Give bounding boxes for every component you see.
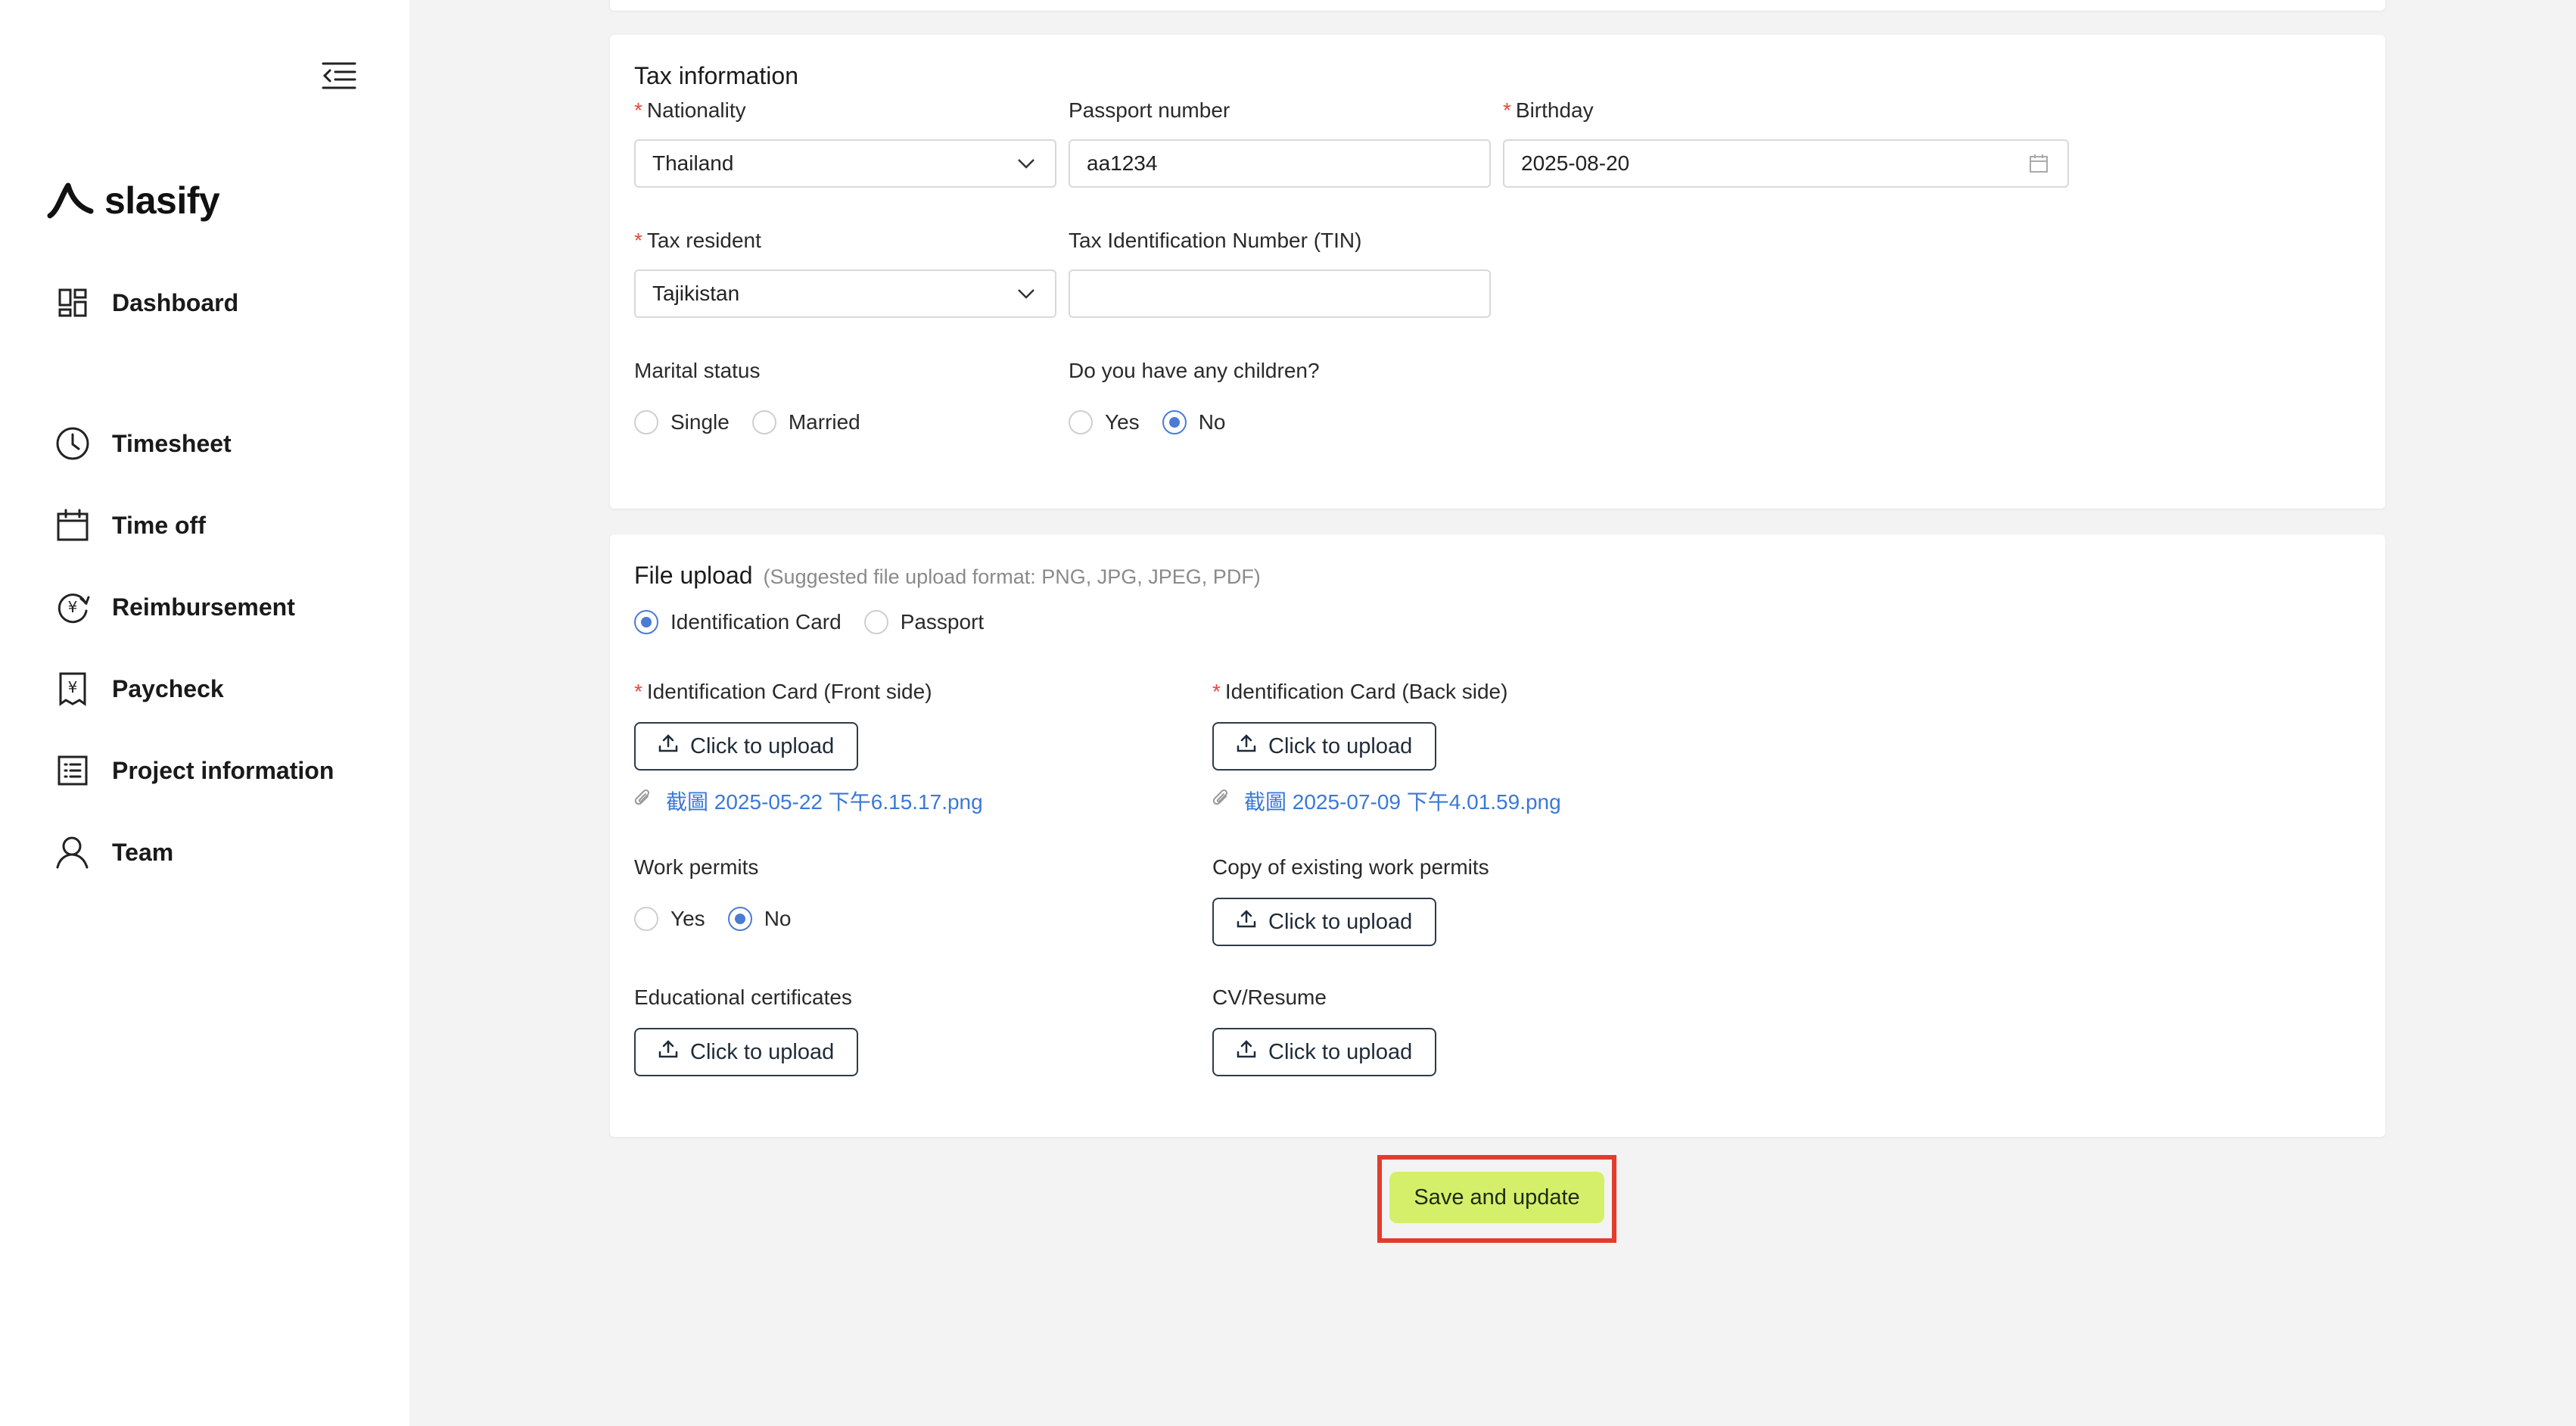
upload-section-title: File upload (Suggested file upload format… bbox=[634, 562, 1261, 589]
sidebar-item-dashboard[interactable]: Dashboard bbox=[54, 280, 238, 325]
children-no-radio[interactable]: No bbox=[1162, 410, 1225, 434]
tax-resident-label: * Tax resident bbox=[634, 229, 761, 252]
radio-circle bbox=[863, 610, 888, 634]
radio-circle bbox=[634, 907, 658, 931]
work-permits-yes-radio[interactable]: Yes bbox=[634, 907, 705, 931]
id-back-label: * Identification Card (Back side) bbox=[1212, 680, 1508, 703]
chevron-down-icon bbox=[1014, 151, 1038, 176]
upload-icon bbox=[1237, 909, 1256, 935]
nationality-select[interactable]: Thailand bbox=[634, 139, 1056, 188]
marital-status-radio-group: Single Married bbox=[634, 410, 860, 434]
radio-circle bbox=[1162, 410, 1187, 434]
marital-married-radio[interactable]: Married bbox=[751, 410, 860, 434]
birthday-date-picker[interactable]: 2025-08-20 bbox=[1503, 139, 2069, 188]
document-type-radio-group: Identification Card Passport bbox=[634, 610, 984, 634]
radio-circle bbox=[634, 610, 658, 634]
id-back-file-link[interactable]: 截圖 2025-07-09 下午4.01.59.png bbox=[1212, 786, 1561, 816]
sidebar-item-label: Paycheck bbox=[112, 674, 224, 702]
radio-circle bbox=[1069, 410, 1093, 434]
file-upload-card: File upload (Suggested file upload format… bbox=[610, 534, 2385, 1137]
sidebar-item-label: Reimbursement bbox=[112, 593, 295, 621]
sidebar-item-project-information[interactable]: Project information bbox=[54, 748, 334, 793]
id-front-upload-button[interactable]: Click to upload bbox=[634, 722, 859, 771]
work-permits-radio-group: Yes No bbox=[634, 907, 791, 931]
sidebar-item-label: Project information bbox=[112, 756, 334, 784]
chevron-down-icon bbox=[1014, 282, 1038, 306]
children-radio-group: Yes No bbox=[1069, 410, 1225, 434]
work-permits-label: Work permits bbox=[634, 855, 759, 879]
tin-input[interactable] bbox=[1069, 269, 1491, 318]
sidebar-item-time-off[interactable]: Time off bbox=[54, 503, 206, 548]
paperclip-icon bbox=[1212, 789, 1230, 814]
nationality-label: * Nationality bbox=[634, 98, 746, 122]
educational-certificates-label: Educational certificates bbox=[634, 985, 852, 1009]
id-back-upload-button[interactable]: Click to upload bbox=[1212, 722, 1437, 771]
upload-icon bbox=[658, 733, 678, 759]
children-label: Do you have any children? bbox=[1069, 359, 1320, 382]
paperclip-icon bbox=[634, 789, 652, 814]
yen-document-icon: ¥ bbox=[54, 671, 91, 707]
work-permits-copy-label: Copy of existing work permits bbox=[1212, 855, 1489, 879]
sidebar-item-label: Timesheet bbox=[112, 429, 232, 457]
upload-format-hint: (Suggested file upload format: PNG, JPG,… bbox=[763, 565, 1261, 588]
app-logo[interactable]: slasify bbox=[47, 179, 220, 223]
marital-status-label: Marital status bbox=[634, 359, 761, 382]
svg-text:¥: ¥ bbox=[68, 678, 78, 696]
cv-resume-label: CV/Resume bbox=[1212, 985, 1327, 1009]
previous-section-card bbox=[610, 0, 2385, 11]
sidebar-item-reimbursement[interactable]: ¥ Reimbursement bbox=[54, 584, 295, 630]
tax-section-title: Tax information bbox=[634, 62, 798, 89]
marital-single-radio[interactable]: Single bbox=[634, 410, 730, 434]
yen-refresh-icon: ¥ bbox=[54, 589, 91, 625]
sidebar-item-timesheet[interactable]: Timesheet bbox=[54, 421, 232, 466]
sidebar-item-label: Dashboard bbox=[112, 288, 239, 316]
id-front-file-link[interactable]: 截圖 2025-05-22 下午6.15.17.png bbox=[634, 786, 983, 816]
upload-icon bbox=[1237, 1039, 1256, 1065]
passport-number-label: Passport number bbox=[1069, 98, 1230, 122]
radio-circle bbox=[751, 410, 776, 434]
id-front-label: * Identification Card (Front side) bbox=[634, 680, 932, 703]
save-and-update-button[interactable]: Save and update bbox=[1389, 1172, 1604, 1223]
upload-icon bbox=[1237, 733, 1256, 759]
tax-resident-select[interactable]: Tajikistan bbox=[634, 269, 1056, 318]
radio-circle bbox=[727, 907, 752, 931]
radio-circle bbox=[634, 410, 658, 434]
upload-icon bbox=[658, 1039, 678, 1065]
educational-certificates-upload-button[interactable]: Click to upload bbox=[634, 1028, 859, 1076]
birthday-label: * Birthday bbox=[1503, 98, 1594, 122]
app-name: slasify bbox=[104, 179, 220, 222]
slasify-logo-icon bbox=[47, 182, 94, 219]
dashboard-icon bbox=[54, 285, 91, 321]
work-permits-no-radio[interactable]: No bbox=[727, 907, 791, 931]
cv-resume-upload-button[interactable]: Click to upload bbox=[1212, 1028, 1437, 1076]
sidebar-item-label: Time off bbox=[112, 511, 206, 539]
tin-label: Tax Identification Number (TIN) bbox=[1069, 229, 1362, 252]
passport-radio[interactable]: Passport bbox=[863, 610, 984, 634]
svg-text:¥: ¥ bbox=[68, 598, 78, 616]
tax-information-card: Tax information * Nationality Thailand Pa… bbox=[610, 35, 2385, 509]
clock-icon bbox=[54, 425, 91, 462]
sidebar-item-team[interactable]: Team bbox=[54, 830, 173, 875]
sidebar-item-paycheck[interactable]: ¥ Paycheck bbox=[54, 666, 224, 711]
identification-card-radio[interactable]: Identification Card bbox=[634, 610, 842, 634]
user-icon bbox=[54, 834, 91, 870]
sidebar-item-label: Team bbox=[112, 838, 174, 866]
work-permits-copy-upload-button[interactable]: Click to upload bbox=[1212, 898, 1437, 946]
sidebar: slasify Dashboard Timesheet Time off ¥ R… bbox=[0, 0, 409, 1426]
calendar-icon bbox=[2027, 151, 2051, 176]
children-yes-radio[interactable]: Yes bbox=[1069, 410, 1140, 434]
calendar-icon bbox=[54, 507, 91, 543]
passport-number-input[interactable]: aa1234 bbox=[1069, 139, 1491, 188]
collapse-menu-icon[interactable] bbox=[318, 58, 360, 94]
list-document-icon bbox=[54, 752, 91, 789]
